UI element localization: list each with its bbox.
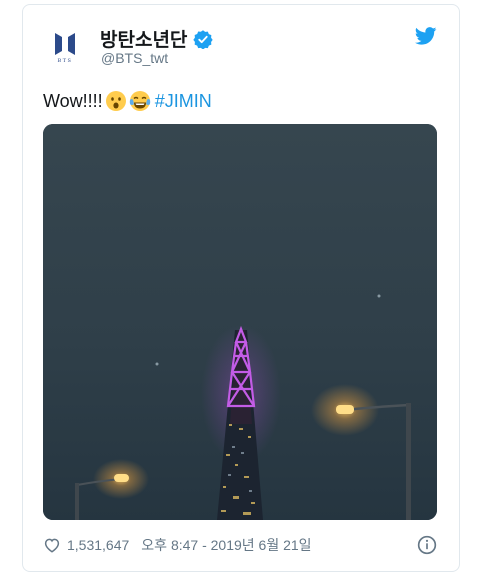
night-tower-photo [43,124,437,520]
verified-badge-icon [193,29,214,49]
tweet-text: Wow!!!! #JIMIN [43,90,212,112]
avatar-text: BTS [57,58,73,64]
twitter-bird-icon[interactable] [415,27,437,45]
heart-icon[interactable] [43,536,61,554]
display-name[interactable]: 방탄소년단 [100,25,214,52]
avatar[interactable]: BTS [43,26,87,70]
timestamp[interactable]: 오후 8:47 - 2019년 6월 21일 [141,535,311,555]
tweet-photo[interactable] [43,124,437,520]
user-handle[interactable]: @BTS_twt [101,50,168,66]
bts-logo-icon [55,33,75,55]
surprised-face-emoji [105,91,126,111]
tears-of-joy-emoji [129,91,150,111]
tweet-body: Wow!!!! [43,90,103,111]
info-icon[interactable] [417,535,437,555]
like-count: 1,531,647 [67,537,130,553]
tweet-footer: 1,531,647 오후 8:47 - 2019년 6월 21일 [43,534,437,556]
display-name-text: 방탄소년단 [100,30,188,51]
hashtag-link[interactable]: #JIMIN [155,91,212,112]
